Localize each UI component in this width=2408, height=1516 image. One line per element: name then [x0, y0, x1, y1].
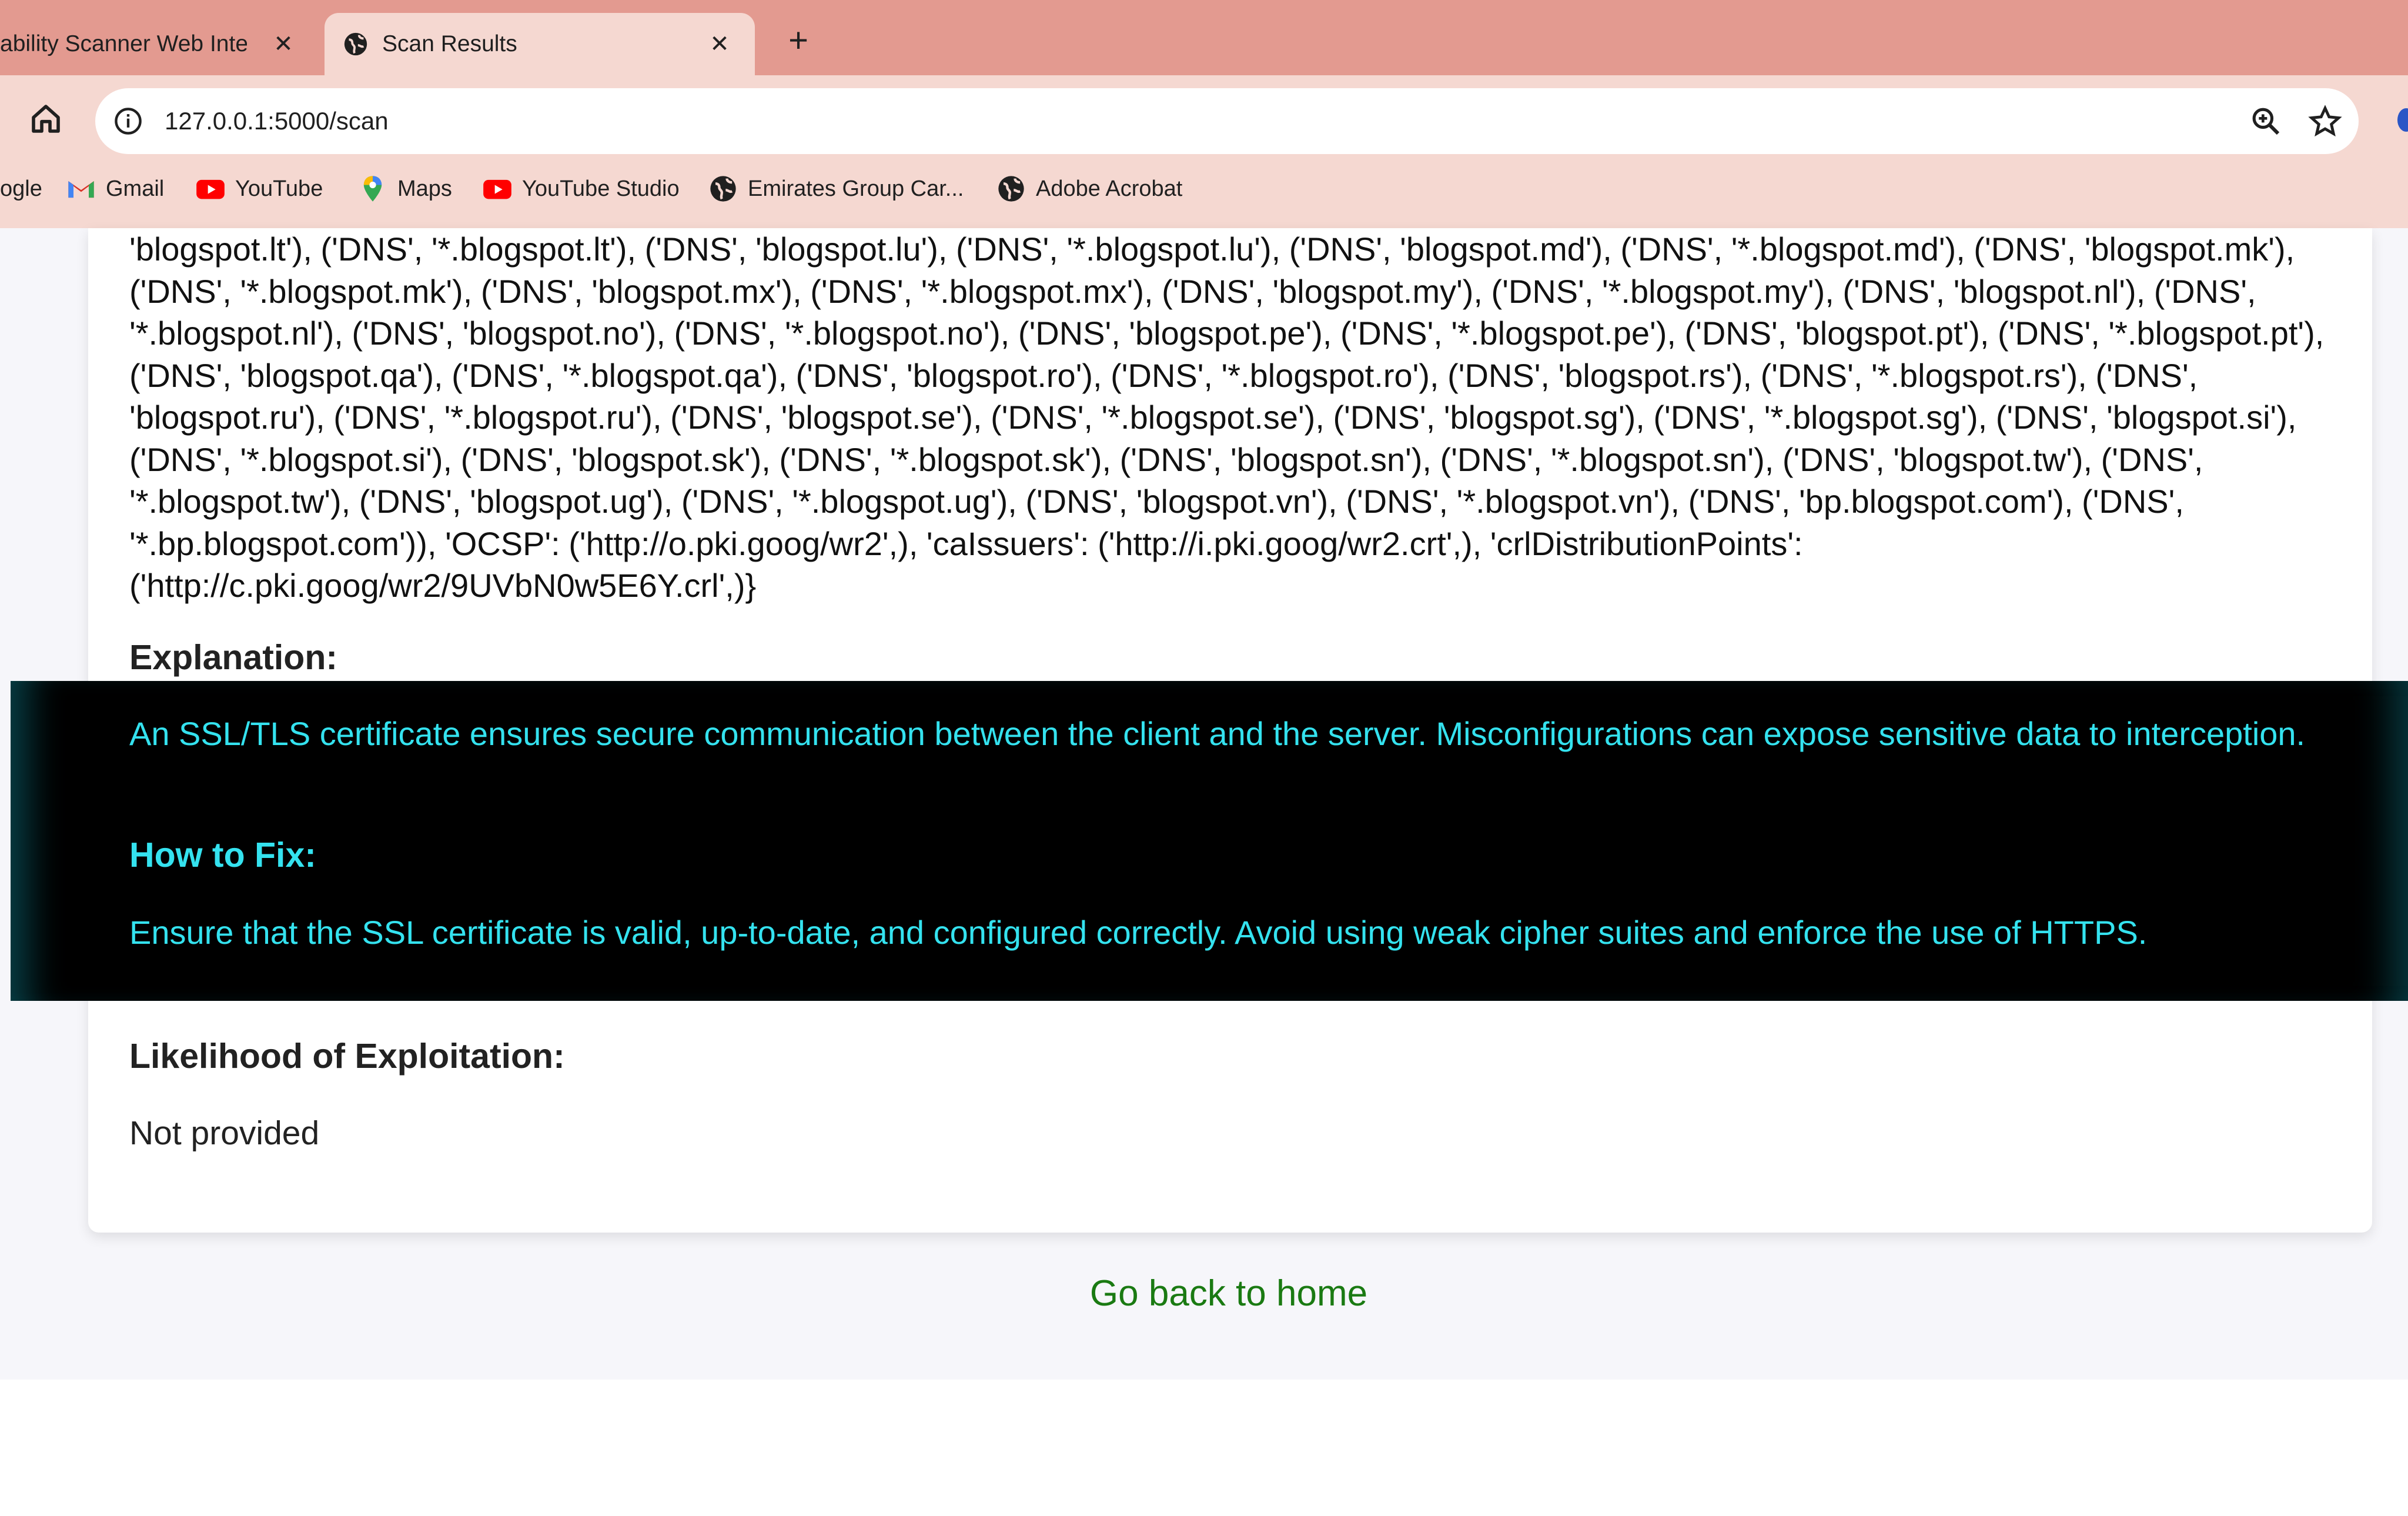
- likelihood-heading: Likelihood of Exploitation:: [129, 1037, 565, 1076]
- tab-title: Scan Results: [382, 31, 517, 56]
- explanation-heading: Explanation:: [129, 638, 338, 677]
- youtube-studio-icon: [483, 179, 511, 199]
- bookmarks-bar: ogle Gmail YouTube Maps YouTube Studio E…: [0, 165, 2408, 228]
- browser-toolbar: 127.0.0.1:5000/scan: [0, 75, 2408, 165]
- bookmark-youtube[interactable]: YouTube: [195, 165, 323, 213]
- fix-text: Ensure that the SSL certificate is valid…: [129, 914, 2148, 951]
- gmail-icon: [68, 181, 94, 198]
- bookmark-label: YouTube: [235, 176, 323, 201]
- tab-strip: ability Scanner Web Inte ✕ Scan Results …: [0, 0, 2408, 75]
- go-back-home-link[interactable]: Go back to home: [0, 1273, 2408, 1314]
- youtube-icon: [196, 179, 225, 199]
- bookmark-star-icon[interactable]: [2308, 105, 2342, 139]
- bookmark-label: Emirates Group Car...: [748, 176, 964, 201]
- zoom-icon[interactable]: [2249, 105, 2282, 138]
- close-icon[interactable]: ✕: [708, 31, 731, 57]
- bookmark-gmail[interactable]: Gmail: [66, 165, 164, 213]
- bookmark-label: Adobe Acrobat: [1036, 176, 1183, 201]
- globe-icon: [998, 176, 1024, 202]
- bookmark-adobe-acrobat[interactable]: Adobe Acrobat: [996, 165, 1182, 213]
- tab-scan-results[interactable]: Scan Results ✕: [325, 13, 755, 75]
- bookmark-label: Gmail: [106, 176, 165, 201]
- close-icon[interactable]: ✕: [272, 31, 295, 57]
- bookmark-emirates-group[interactable]: Emirates Group Car...: [708, 165, 964, 213]
- new-tab-button[interactable]: +: [782, 21, 815, 59]
- tab-title: ability Scanner Web Inte: [0, 31, 247, 56]
- site-info-icon[interactable]: [113, 106, 143, 136]
- bookmark-label: ogle: [0, 176, 42, 201]
- bookmark-google[interactable]: ogle: [0, 165, 42, 213]
- url-text[interactable]: 127.0.0.1:5000/scan: [165, 88, 389, 154]
- certificate-details: 'blogspot.lt'), ('DNS', '*.blogspot.lt')…: [129, 231, 2325, 604]
- bookmark-maps[interactable]: Maps: [357, 165, 452, 213]
- address-bar[interactable]: 127.0.0.1:5000/scan: [95, 88, 2359, 154]
- fix-heading: How to Fix:: [129, 836, 316, 874]
- bookmark-label: YouTube Studio: [522, 176, 680, 201]
- page-footer-blank: [0, 1380, 2408, 1516]
- tab-vulnerability-scanner[interactable]: ability Scanner Web Inte ✕: [0, 13, 312, 75]
- bookmark-youtube-studio[interactable]: YouTube Studio: [482, 165, 680, 213]
- likelihood-value: Not provided: [129, 1114, 320, 1152]
- bookmark-label: Maps: [397, 176, 452, 201]
- maps-icon: [363, 176, 382, 202]
- extension-icon[interactable]: [2397, 108, 2408, 132]
- explanation-text: An SSL/TLS certificate ensures secure co…: [129, 715, 2306, 752]
- globe-icon: [344, 32, 367, 56]
- home-icon[interactable]: [29, 102, 62, 135]
- globe-icon: [710, 176, 736, 202]
